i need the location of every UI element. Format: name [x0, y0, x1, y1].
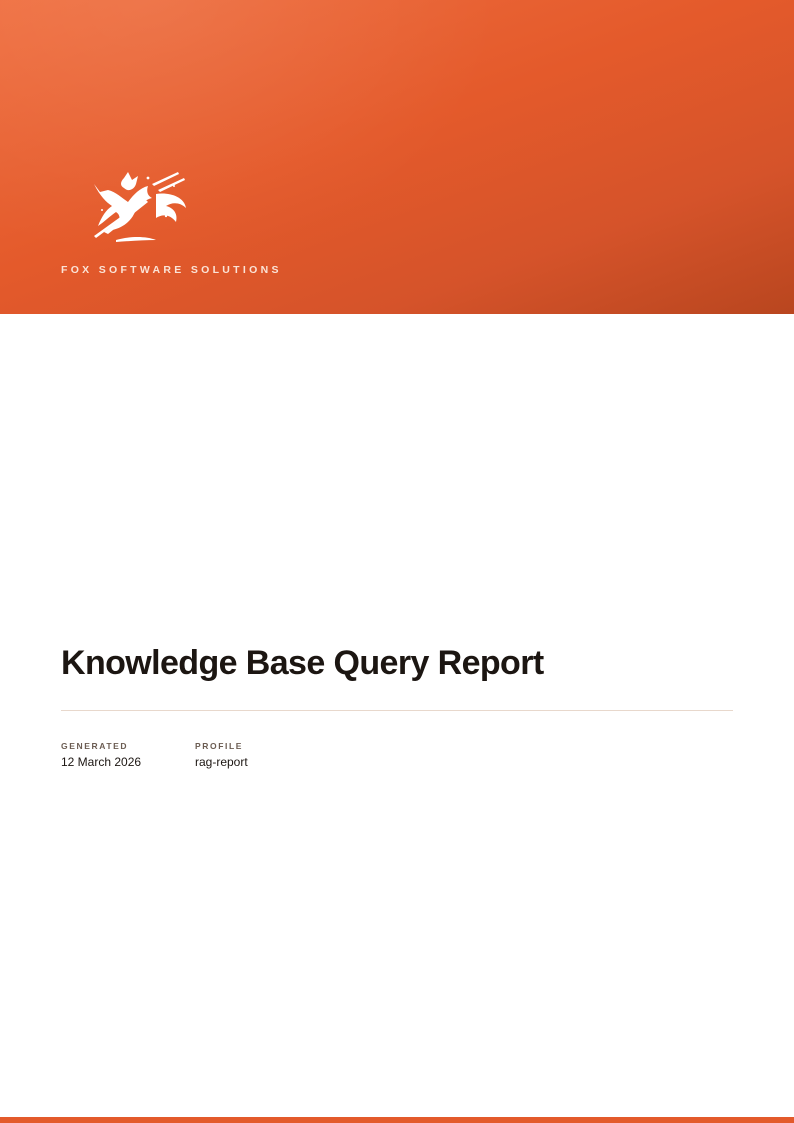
- meta-generated: GENERATED 12 March 2026: [61, 741, 141, 769]
- generated-value: 12 March 2026: [61, 755, 142, 769]
- title-divider: [61, 710, 733, 711]
- footer-accent-bar: [0, 1117, 794, 1123]
- report-title: Knowledge Base Query Report: [61, 644, 544, 682]
- header-gradient-sheen: [0, 0, 500, 260]
- cover-header: FOX SOFTWARE SOLUTIONS: [0, 0, 794, 314]
- profile-value: rag-report: [195, 755, 248, 769]
- generated-label: GENERATED: [61, 741, 129, 751]
- meta-profile: PROFILE rag-report: [195, 741, 248, 769]
- profile-label: PROFILE: [195, 741, 244, 751]
- brand-name: FOX SOFTWARE SOLUTIONS: [61, 264, 282, 276]
- fox-logo-icon: [86, 170, 190, 248]
